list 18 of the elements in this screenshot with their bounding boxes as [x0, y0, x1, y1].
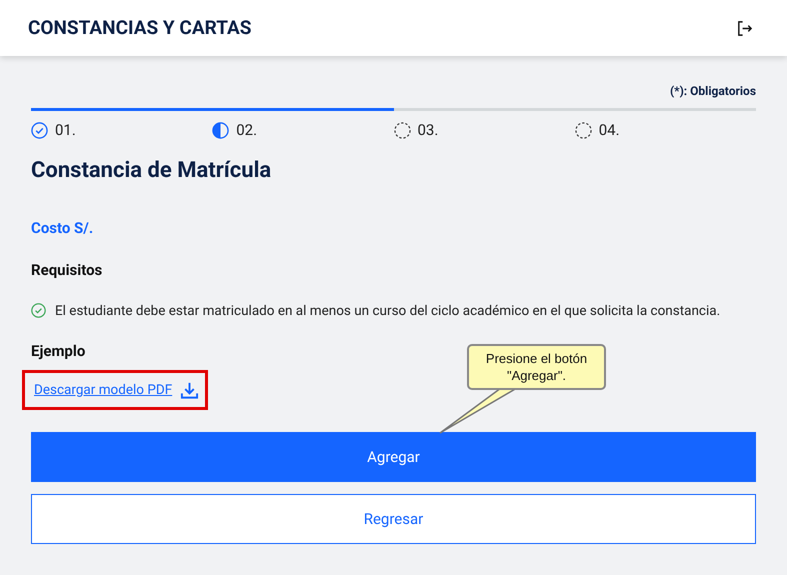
check-circle-icon: [31, 303, 46, 318]
cost-label: Costo S/.: [31, 218, 94, 238]
page-title: CONSTANCIAS Y CARTAS: [28, 14, 252, 41]
step-label: 04.: [598, 120, 620, 141]
section-title: Constancia de Matrícula: [31, 156, 272, 184]
callout-tooltip: Presione el botón "Agregar".: [467, 344, 606, 390]
requirement-text: El estudiante debe estar matriculado en al menos un curso del ciclo académico en el que solicita la constancia.: [55, 302, 720, 320]
example-heading: Ejemplo: [31, 340, 86, 362]
logout-icon[interactable]: [736, 20, 753, 36]
back-button[interactable]: Regresar: [31, 494, 756, 544]
step-label: 01.: [55, 120, 76, 141]
requirements-heading: Requisitos: [31, 260, 102, 281]
step-label: 03.: [418, 120, 438, 141]
step-label: 02.: [236, 120, 258, 141]
download-icon[interactable]: [180, 380, 200, 400]
required-note: (*): Obligatorios: [670, 83, 756, 100]
download-link[interactable]: Descargar modelo PDF: [34, 380, 172, 400]
add-button[interactable]: Agregar: [31, 432, 756, 482]
